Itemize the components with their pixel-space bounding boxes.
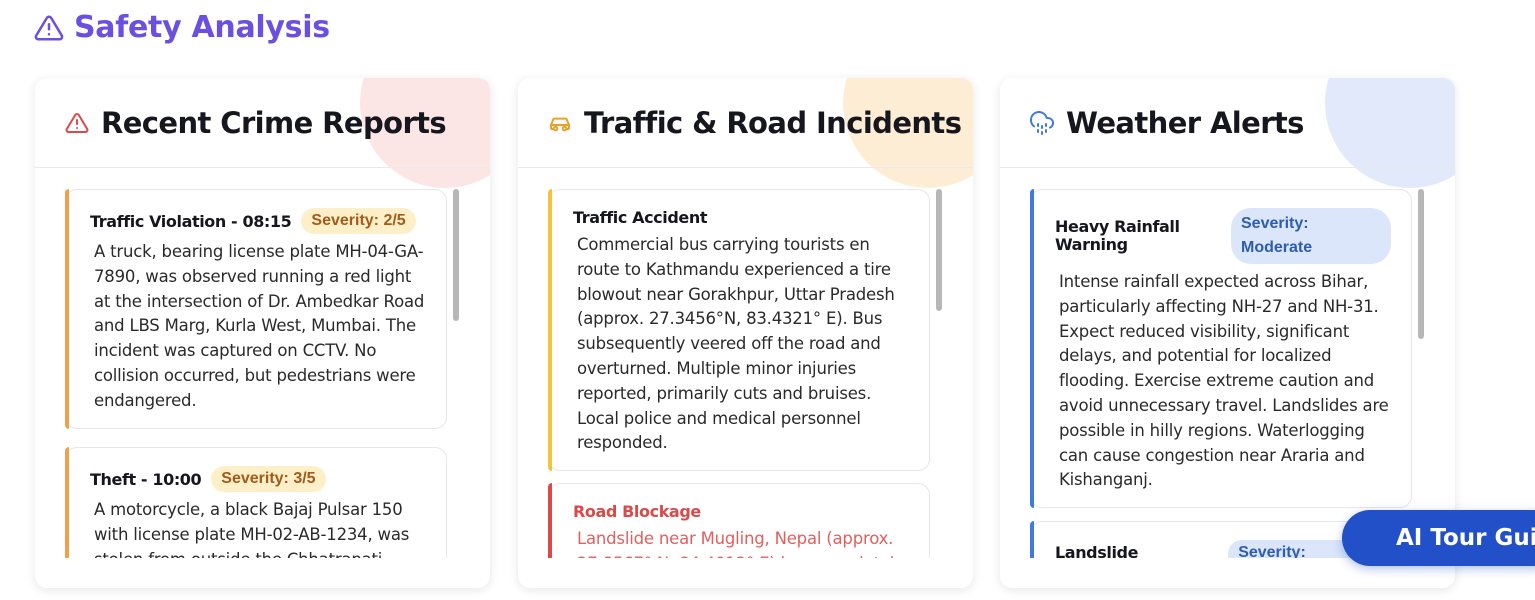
item-title: Landslide Advisory <box>1055 543 1139 558</box>
severity-badge: Severity: 2/5 <box>301 208 416 234</box>
item-header: Theft - 10:00 Severity: 3/5 <box>90 466 426 492</box>
card-title: Recent Crime Reports <box>101 105 447 140</box>
item-title: Traffic Accident <box>573 208 708 227</box>
section-title-text: Safety Analysis <box>74 10 330 45</box>
item-description: A truck, bearing license plate MH-04-GA-… <box>94 242 425 410</box>
ai-tour-guide-button[interactable]: AI Tour Guide <box>1342 510 1535 566</box>
item-header: Traffic Violation - 08:15 Severity: 2/5 <box>90 208 426 234</box>
item-description: Landslide near Mugling, Nepal (approx. 2… <box>577 529 904 558</box>
warning-triangle-icon <box>34 14 64 40</box>
item-title: Road Blockage <box>573 502 701 521</box>
card-title: Weather Alerts <box>1066 105 1304 140</box>
cloud-rain-icon <box>1030 110 1054 135</box>
card-header: Recent Crime Reports <box>35 78 490 168</box>
scrollbar[interactable] <box>453 189 459 321</box>
section-title: Safety Analysis <box>34 10 330 45</box>
weather-alert-item: Heavy Rainfall Warning Severity: Moderat… <box>1030 189 1412 509</box>
card-scroll-area[interactable]: Traffic Accident Commercial bus carrying… <box>518 169 973 558</box>
scrollbar[interactable] <box>1418 189 1424 339</box>
item-description: Commercial bus carrying tourists en rout… <box>577 235 895 453</box>
warning-triangle-icon <box>65 112 89 133</box>
severity-badge: Severity: Moderate <box>1231 208 1391 264</box>
item-header: Road Blockage <box>573 502 909 521</box>
car-icon <box>550 117 570 131</box>
scrollbar[interactable] <box>936 189 942 311</box>
traffic-incident-item: Traffic Accident Commercial bus carrying… <box>548 189 930 472</box>
card-header: Weather Alerts <box>1000 78 1455 168</box>
traffic-incident-item: Road Blockage Landslide near Mugling, Ne… <box>548 483 930 558</box>
item-description: Intense rainfall expected across Bihar, … <box>1059 272 1389 490</box>
item-title: Heavy Rainfall Warning <box>1055 217 1180 254</box>
safety-analysis-page: Safety Analysis Recent Crime Reports Tra… <box>0 0 1535 600</box>
severity-badge: Severity: 3/5 <box>211 466 326 492</box>
item-header: Traffic Accident <box>573 208 909 227</box>
crime-reports-card: Recent Crime Reports Traffic Violation -… <box>35 78 490 588</box>
item-title: Theft - 10:00 <box>90 469 202 489</box>
traffic-incidents-card: Traffic & Road Incidents Traffic Acciden… <box>518 78 973 588</box>
item-description: A motorcycle, a black Bajaj Pulsar 150 w… <box>94 500 410 558</box>
item-header: Landslide Advisory Severity: Moderate <box>1055 540 1391 558</box>
card-scroll-area[interactable]: Heavy Rainfall Warning Severity: Moderat… <box>1000 169 1455 558</box>
crime-report-item: Traffic Violation - 08:15 Severity: 2/5 … <box>65 189 447 429</box>
item-header: Heavy Rainfall Warning Severity: Moderat… <box>1055 208 1391 264</box>
crime-report-item: Theft - 10:00 Severity: 3/5 A motorcycle… <box>65 447 447 558</box>
ai-button-label: AI Tour Guide <box>1396 525 1535 551</box>
card-header: Traffic & Road Incidents <box>518 78 973 168</box>
card-scroll-area[interactable]: Traffic Violation - 08:15 Severity: 2/5 … <box>35 169 490 558</box>
item-title: Traffic Violation - 08:15 <box>90 211 292 231</box>
card-title: Traffic & Road Incidents <box>584 105 962 140</box>
